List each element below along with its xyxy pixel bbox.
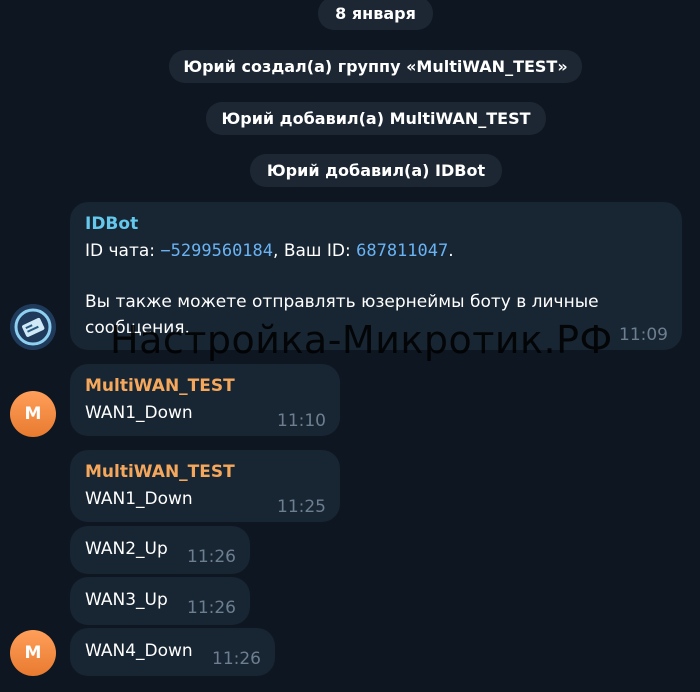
chat-id-value[interactable]: −5299560184 <box>160 241 273 261</box>
message-bubble[interactable]: MultiWAN_TEST WAN1_Down 11:10 <box>70 364 340 436</box>
sender-name-idbot[interactable]: IDBot <box>85 214 138 234</box>
message-text: WAN2_Up <box>85 539 168 559</box>
chat-id-label: ID чата: <box>85 241 161 261</box>
service-message-group-created: Юрий создал(а) группу «MultiWAN_TEST» <box>169 50 582 83</box>
idbot-line-1: ID чата: −5299560184, Ваш ID: 687811047. <box>85 241 454 261</box>
idbot-avatar[interactable] <box>10 304 56 350</box>
message-text: WAN1_Down <box>85 489 193 509</box>
idbot-line-2: Вы также можете отправлять юзернеймы бот… <box>85 292 599 312</box>
date-pill: 8 января <box>318 0 433 30</box>
message-time: 11:26 <box>187 547 236 567</box>
bot-logo-icon <box>10 304 56 350</box>
message-time: 11:26 <box>187 598 236 618</box>
sender-name-multiwan[interactable]: MultiWAN_TEST <box>85 462 235 482</box>
message-time: 11:10 <box>277 411 326 431</box>
line1-suffix: . <box>448 241 454 261</box>
sender-name-multiwan[interactable]: MultiWAN_TEST <box>85 376 235 396</box>
message-bubble[interactable]: WAN3_Up 11:26 <box>70 577 250 625</box>
message-text: WAN1_Down <box>85 403 193 423</box>
message-time: 11:26 <box>212 649 261 669</box>
message-time: 11:09 <box>619 325 668 345</box>
user-id-label: , Ваш ID: <box>273 241 357 261</box>
message-text: WAN3_Up <box>85 590 168 610</box>
service-message-added-idbot: Юрий добавил(а) IDBot <box>250 154 502 187</box>
service-message-added-multiwan: Юрий добавил(а) MultiWAN_TEST <box>206 102 546 135</box>
message-bubble[interactable]: WAN4_Down 11:26 <box>70 628 275 676</box>
multiwan-avatar[interactable]: M <box>10 391 56 437</box>
message-bubble[interactable]: MultiWAN_TEST WAN1_Down 11:25 <box>70 450 340 522</box>
message-time: 11:25 <box>277 497 326 517</box>
multiwan-avatar[interactable]: M <box>10 630 56 676</box>
watermark: Настройка-Микротик.РФ <box>110 318 613 362</box>
message-bubble[interactable]: WAN2_Up 11:26 <box>70 526 250 574</box>
message-text: WAN4_Down <box>85 641 193 661</box>
user-id-value[interactable]: 687811047 <box>356 241 448 261</box>
